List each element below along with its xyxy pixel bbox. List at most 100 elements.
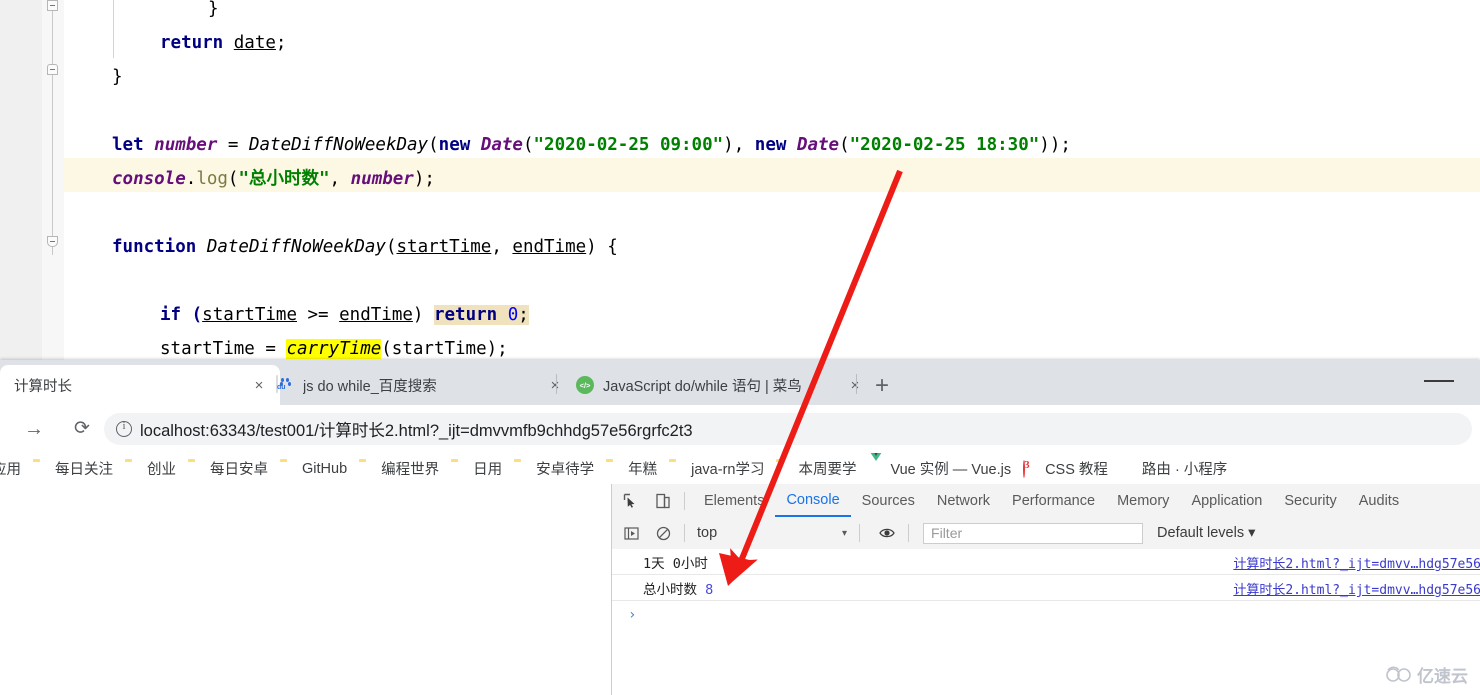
bookmark-item[interactable]: CSS 教程	[1017, 457, 1114, 481]
devtools-tab-memory[interactable]: Memory	[1106, 484, 1180, 517]
bookmark-item[interactable]: 本周要学	[770, 457, 862, 481]
devtools-tab-label: Application	[1191, 492, 1263, 509]
code-token: startTime =	[160, 339, 287, 359]
code-line: if (startTime >= endTime) return 0;	[160, 298, 529, 333]
devtools-tab-label: Elements	[704, 492, 765, 509]
clear-console-icon[interactable]	[650, 520, 676, 546]
chevron-down-icon[interactable]: ▾	[842, 528, 847, 539]
address-bar[interactable]: localhost:63343/test001/计算时长2.html?_ijt=…	[104, 413, 1472, 445]
code-token: }	[112, 67, 123, 87]
execute-sidebar-icon[interactable]	[618, 520, 644, 546]
console-log-row[interactable]: 1天 0小时 计算时长2.html?_ijt=dmvv…hdg57e56	[612, 549, 1480, 575]
bookmark-item[interactable]: 路由 · 小程序	[1114, 457, 1233, 481]
toolbar-separator	[684, 491, 685, 510]
code-line: let number = DateDiffNoWeekDay(new Date(…	[112, 128, 1071, 163]
console-log-value: 8	[697, 581, 714, 598]
code-token: ,	[491, 237, 513, 257]
bookmark-item[interactable]: GitHub	[274, 457, 353, 481]
screenshot-root: } return date;} let number = DateDiffNoWee…	[0, 0, 1480, 695]
code-token: new	[754, 135, 797, 155]
bookmark-item[interactable]: 每日安卓	[182, 457, 274, 481]
code-token: )	[412, 305, 434, 325]
devtools-tab-label: Security	[1284, 492, 1337, 509]
bookmark-label: 本周要学	[798, 462, 857, 478]
reload-icon[interactable]: ⟳	[70, 417, 94, 441]
browser-tab-active[interactable]: 计算时长 ×	[0, 365, 280, 405]
forward-icon[interactable]: →	[22, 417, 46, 441]
watermark: 亿速云	[1385, 662, 1468, 687]
bookmark-item[interactable]: 每日关注	[27, 457, 119, 481]
console-filter-input[interactable]: Filter	[923, 522, 1144, 544]
console-log-source-link[interactable]: 计算时长2.html?_ijt=dmvv…hdg57e56	[1233, 553, 1480, 572]
bookmark-label: 创业	[147, 462, 176, 478]
console-prompt[interactable]: ›	[612, 601, 1480, 629]
editor-code-area[interactable]: } return date;} let number = DateDiffNoWee…	[0, 0, 1480, 360]
new-tab-button[interactable]: +	[868, 372, 896, 400]
folder-icon	[514, 461, 530, 477]
live-expression-icon[interactable]	[874, 520, 900, 546]
bookmark-item[interactable]: 安卓待学	[508, 457, 600, 481]
devtools-tab-security[interactable]: Security	[1273, 484, 1347, 517]
bookmark-label: 路由 · 小程序	[1141, 462, 1228, 478]
devtools-tab-sources[interactable]: Sources	[851, 484, 926, 517]
bookmark-label: CSS 教程	[1045, 462, 1108, 478]
log-levels-selector[interactable]: Default levels ▾	[1157, 525, 1255, 541]
code-token: ;	[518, 305, 529, 325]
console-output-area[interactable]: 1天 0小时 计算时长2.html?_ijt=dmvv…hdg57e56 总小时数 …	[612, 549, 1480, 695]
devtools-tab-application[interactable]: Application	[1180, 484, 1273, 517]
devtools-tab-performance[interactable]: Performance	[1001, 484, 1106, 517]
code-token: DateDiffNoWeekDay	[248, 135, 429, 155]
watermark-text: 亿速云	[1417, 667, 1468, 686]
code-token: carryTime	[286, 339, 382, 359]
console-log-source-link[interactable]: 计算时长2.html?_ijt=dmvv…hdg57e56	[1233, 579, 1480, 598]
devtools-tab-network[interactable]: Network	[926, 484, 1001, 517]
bookmark-item[interactable]: Vue 实例 — Vue.js	[862, 453, 1017, 481]
bookmark-label: 编程世界	[381, 462, 440, 478]
chevron-down-icon: ▾	[1248, 525, 1256, 541]
browser-toolbar: → ⟳ localhost:63343/test001/计算时长2.html?_…	[0, 405, 1480, 453]
bookmark-item[interactable]: 年糕	[600, 457, 663, 481]
devtools-tab-bar: Elements Console Sources Network Performance…	[612, 484, 1480, 518]
devtools-tab-console[interactable]: Console	[775, 484, 851, 517]
window-minimize-button[interactable]	[1424, 380, 1454, 382]
page-viewport[interactable]	[0, 484, 611, 695]
bookmark-item[interactable]: java-rn学习	[663, 457, 770, 481]
code-token: "2020-02-25 18:30"	[849, 135, 1040, 155]
code-token: "2020-02-25 09:00"	[533, 135, 724, 155]
browser-tab-runoob[interactable]: JavaScript do/while 语句 | 菜鸟 ×	[562, 365, 876, 405]
console-prompt-caret-icon: ›	[628, 607, 637, 623]
page-info-icon[interactable]	[116, 420, 132, 437]
bookmark-label: GitHub	[302, 460, 348, 477]
devtools-tab-label: Audits	[1358, 492, 1400, 509]
devtools-tab-label: Sources	[861, 492, 915, 509]
bookmark-item[interactable]: 编程世界	[353, 457, 445, 481]
inspect-cursor-glyph	[623, 493, 635, 508]
bookmark-item[interactable]: 创业	[119, 457, 182, 481]
folder-icon	[776, 461, 792, 477]
bookmark-item[interactable]: 日用	[445, 457, 508, 481]
console-log-row[interactable]: 总小时数 8 计算时长2.html?_ijt=dmvv…hdg57e56	[612, 575, 1480, 601]
code-token: number	[350, 169, 414, 189]
tab-close-icon[interactable]: ×	[844, 374, 866, 396]
devtools-tab-elements[interactable]: Elements	[693, 484, 775, 517]
device-toolbar-icon[interactable]	[650, 488, 676, 514]
tab-title: 计算时长	[14, 378, 72, 395]
code-token: 0	[507, 305, 519, 325]
console-context-selector[interactable]: top	[697, 525, 842, 541]
code-token: (	[522, 135, 534, 155]
runoob-icon	[576, 376, 594, 394]
code-token: );	[413, 169, 435, 189]
folder-icon	[606, 461, 622, 477]
browser-tab-baidu[interactable]: js do while_百度搜索 ×	[262, 365, 576, 405]
bookmark-item[interactable]: 应用	[0, 457, 27, 481]
inspect-cursor-icon[interactable]	[618, 488, 644, 514]
code-token: ;	[275, 33, 287, 53]
bookmarks-bar: 应用 每日关注 创业 每日安卓 GitHub 编程世界 日用 安卓待学 年糕 java-rn学习 本…	[0, 453, 1480, 484]
tab-separator	[556, 374, 557, 394]
code-token: ,	[329, 169, 351, 189]
devtools-tab-audits[interactable]: Audits	[1348, 484, 1410, 517]
console-log-message: 1天 0小时	[643, 555, 708, 572]
code-token: console	[112, 169, 186, 189]
code-token: return	[160, 33, 234, 53]
bookmark-label: 日用	[473, 462, 503, 478]
